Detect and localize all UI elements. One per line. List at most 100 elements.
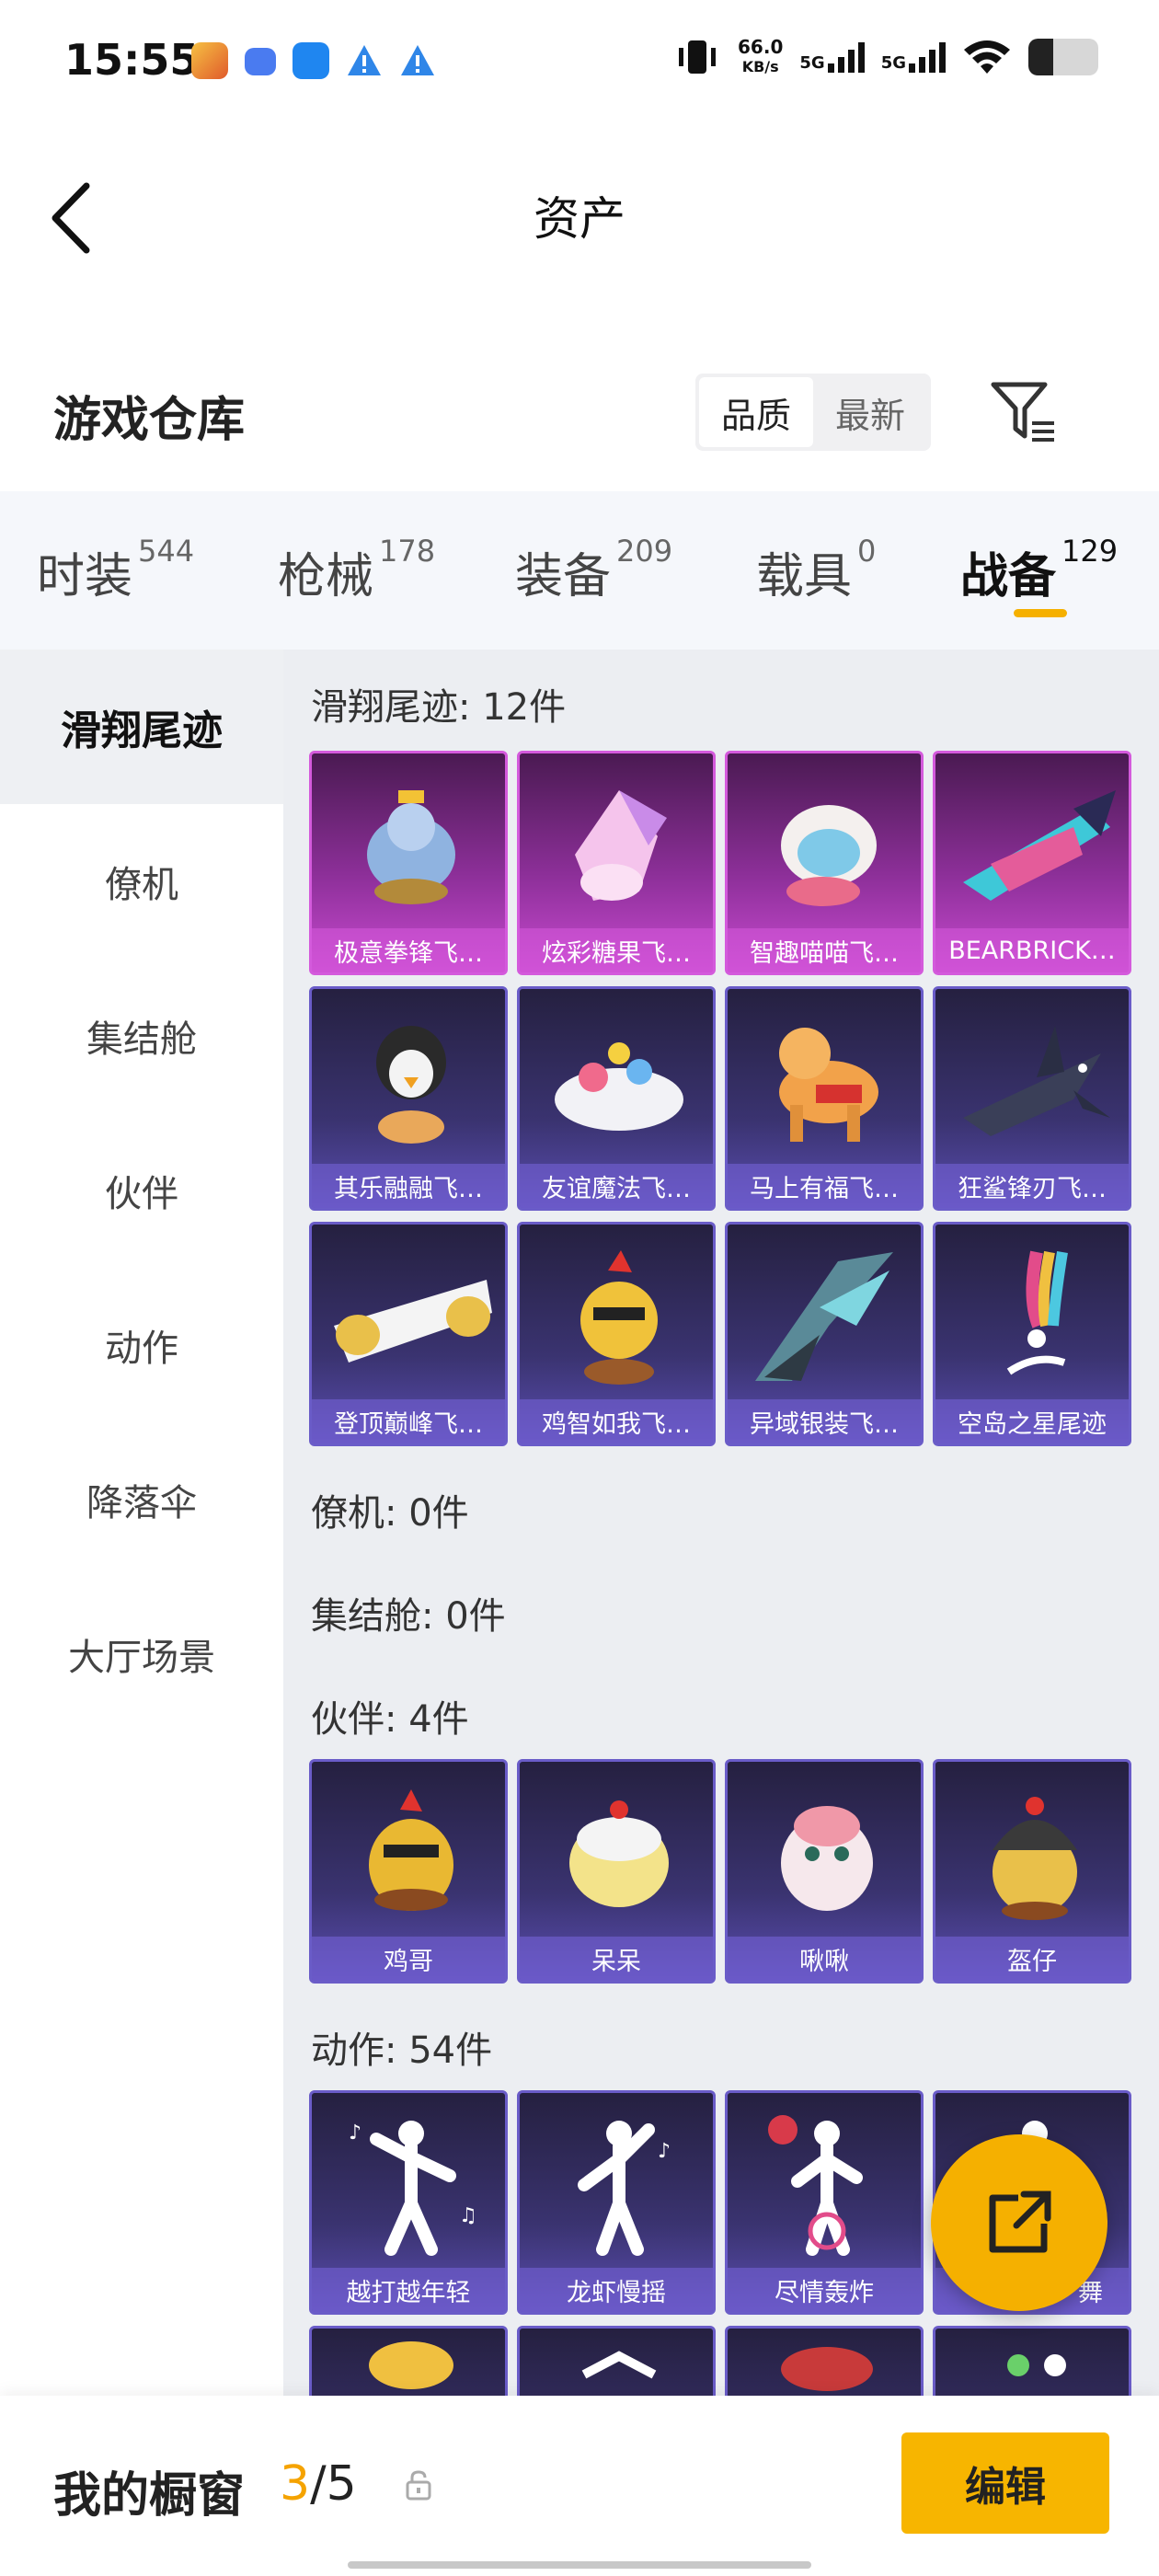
item-name: 友谊魔法飞… [520,1164,713,1208]
glider-art-icon [1006,1250,1068,1375]
filter-button[interactable] [988,379,1060,445]
sort-quality-button[interactable]: 品质 [699,377,813,447]
item-card[interactable]: 异域银装飞… [725,1222,924,1446]
item-card[interactable]: 炫彩糖果飞… [517,751,716,975]
item-card[interactable] [725,2326,924,2398]
item-name: 啾啾 [728,1937,921,1981]
tab-battle-gear[interactable]: 战备 129 [960,534,1119,606]
item-name: 智趣喵喵飞… [728,928,921,972]
showcase-separator: / [310,2456,327,2512]
item-name: 其乐融融飞… [312,1164,505,1208]
signal-2-label: 5G [880,53,906,73]
showcase-current: 3 [280,2456,311,2512]
item-name: 狂鲨锋刃飞… [935,1164,1129,1208]
section-title-glide: 滑翔尾迹: 12件 [311,686,567,729]
warning-icon [348,45,381,75]
sidebar-item-parachute[interactable]: 降落伞 [0,1422,283,1577]
wifi-icon [964,40,1010,74]
item-name: 盔仔 [935,1937,1129,1981]
warehouse-header: 游戏仓库 品质 最新 [0,364,1159,475]
home-indicator[interactable] [348,2561,811,2569]
tab-vehicles[interactable]: 载具 0 [756,534,877,606]
item-card[interactable]: 呆呆 [517,1759,716,1984]
system-status: 66.0 KB/s 5G 5G [673,37,1098,77]
glider-art-icon [575,790,667,901]
item-card[interactable]: 马上有福飞… [725,986,924,1211]
item-card[interactable]: ♪ 龙虾慢摇 [517,2090,716,2315]
warehouse-title: 游戏仓库 [53,393,246,448]
item-name: 炫彩糖果飞… [520,928,713,972]
signal-1: 5G [799,41,865,73]
tab-label: 战备 [960,549,1057,604]
item-card[interactable]: 尽情轰炸 [725,2090,924,2315]
item-card[interactable] [517,2326,716,2398]
tab-equipment[interactable]: 装备 209 [515,534,672,606]
svg-text:♪: ♪ [658,2140,671,2163]
nav-header: 资产 [0,125,1159,300]
item-card[interactable]: 登顶巅峰飞… [309,1222,508,1446]
item-name: 登顶巅峰飞… [312,1399,505,1443]
item-card[interactable]: 极意拳锋飞… [309,751,508,975]
sidebar-item-action[interactable]: 动作 [0,1268,283,1422]
tab-label: 枪械 [278,549,374,604]
glider-art-icon [755,1252,893,1381]
item-name: 龙虾慢摇 [520,2268,713,2312]
tab-guns[interactable]: 枪械 178 [278,534,435,606]
item-name: 越打越年轻 [312,2268,505,2312]
item-card[interactable]: 盔仔 [933,1759,1131,1984]
edit-button[interactable]: 编辑 [901,2432,1109,2534]
signal-1-label: 5G [799,53,825,73]
share-icon [989,2191,1051,2253]
sort-toggle: 品质 最新 [695,374,931,451]
section-title-action: 动作: 54件 [311,2030,493,2072]
showcase-total: 5 [326,2456,357,2512]
glider-art-icon [963,1026,1110,1136]
item-card[interactable]: 其乐融融飞… [309,986,508,1211]
sidebar-item-glide-trail[interactable]: 滑翔尾迹 [0,650,283,804]
tab-fashion[interactable]: 时装 544 [37,534,194,606]
item-name: 异域银装飞… [728,1399,921,1443]
item-name: 空岛之星尾迹 [935,1399,1129,1443]
item-card[interactable]: ♪ ♫ 越打越年轻 [309,2090,508,2315]
item-card[interactable]: 空岛之星尾迹 [933,1222,1131,1446]
share-button[interactable] [931,2134,1107,2311]
item-name: 尽情轰炸 [728,2268,921,2312]
active-tab-indicator [1014,609,1067,617]
filter-icon [991,382,1054,442]
item-card[interactable]: BEARBRICK… [933,751,1131,975]
browser-app-icon [293,42,329,79]
signal-2: 5G [881,41,946,73]
tab-count: 0 [857,534,877,569]
sort-newest-button[interactable]: 最新 [813,377,927,447]
bird-partner-icon [781,1806,873,1911]
helmet-partner-icon [993,1797,1077,1920]
notification-icons [191,42,436,79]
item-card[interactable] [933,2326,1131,2398]
item-card[interactable]: 啾啾 [725,1759,924,1984]
glider-art-icon [781,805,877,906]
section-title-assembly: 集结舱: 0件 [311,1595,506,1638]
dance-pose-icon: ♪♫ [349,2121,477,2256]
sidebar-item-partner[interactable]: 伙伴 [0,1113,283,1268]
item-card[interactable]: 智趣喵喵飞… [725,751,924,975]
svg-text:♪: ♪ [349,2122,361,2145]
tab-count: 129 [1061,534,1119,569]
showcase-bar: 我的橱窗 3/5 编辑 [0,2396,1159,2576]
glider-art-icon [580,1250,658,1385]
item-card[interactable] [309,2326,508,2398]
item-name: 呆呆 [520,1937,713,1981]
sidebar-item-lobby-scene[interactable]: 大厅场景 [0,1577,283,1731]
item-card[interactable]: 鸡智如我飞… [517,1222,716,1446]
dance-pose-icon [768,2115,863,2256]
warning-icon [401,45,434,75]
sidebar-item-wingman[interactable]: 僚机 [0,804,283,959]
tab-label: 时装 [37,549,133,604]
item-card[interactable]: 鸡哥 [309,1759,508,1984]
section-title-partner: 伙伴: 4件 [311,1698,469,1741]
item-card[interactable]: 友谊魔法飞… [517,986,716,1211]
item-name: 马上有福飞… [728,1164,921,1208]
sidebar-item-assembly-pod[interactable]: 集结舱 [0,959,283,1113]
item-card[interactable]: 狂鲨锋刃飞… [933,986,1131,1211]
chicken-partner-icon [369,1789,453,1911]
battery-indicator [1028,39,1098,75]
